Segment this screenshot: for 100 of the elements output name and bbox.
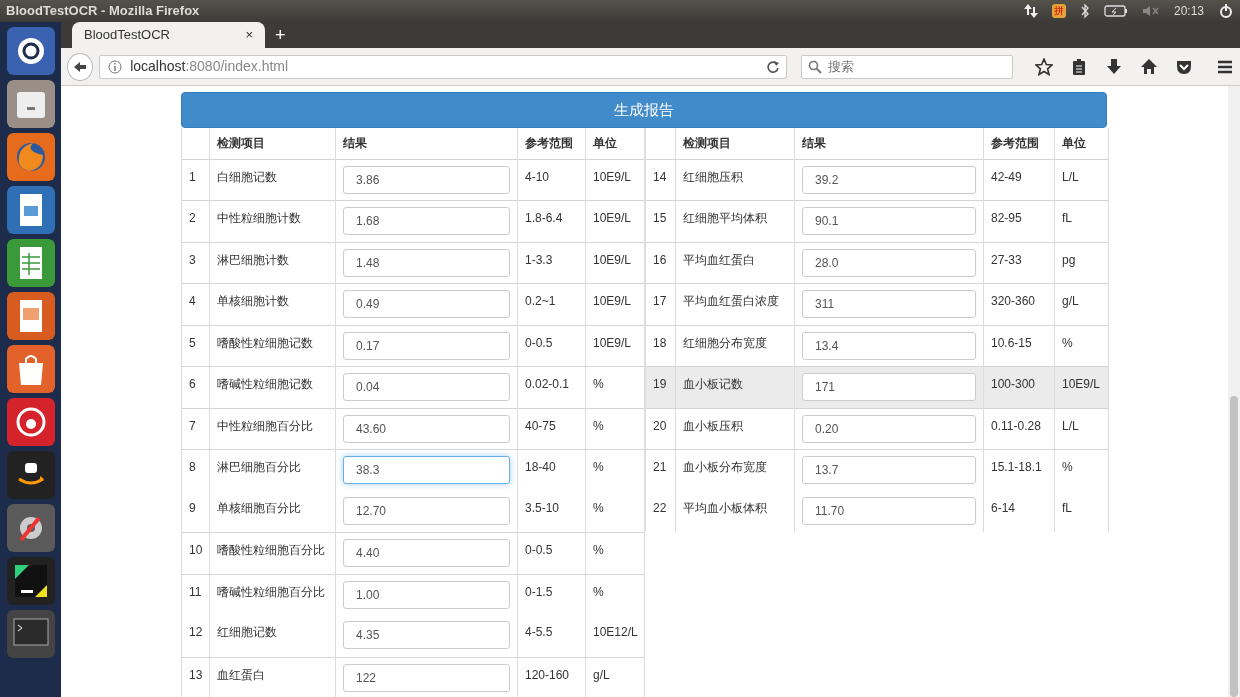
result-field[interactable]: 1.68: [343, 206, 510, 235]
row-number: 8: [181, 449, 210, 491]
terminal-icon[interactable]: [6, 610, 55, 658]
test-name: 淋巴细胞计数: [209, 242, 336, 283]
row-number: 9: [181, 491, 210, 532]
result-field[interactable]: 3.86: [343, 165, 510, 194]
reload-icon[interactable]: [766, 59, 780, 74]
home-icon[interactable]: [1140, 57, 1158, 76]
generate-report-button[interactable]: 生成报告: [181, 92, 1107, 128]
battery-icon[interactable]: [1103, 5, 1128, 17]
clipboard-list-icon[interactable]: [1070, 57, 1088, 76]
new-tab-button[interactable]: +: [275, 26, 286, 44]
network-arrows-icon[interactable]: [1023, 3, 1038, 19]
back-button[interactable]: [67, 52, 94, 81]
result-field[interactable]: 13.7: [802, 455, 976, 484]
unit-text: g/L: [1054, 283, 1109, 325]
download-icon[interactable]: [1105, 57, 1123, 76]
reference-range: 42-49: [983, 159, 1055, 200]
unit-text: 10E12/L: [585, 615, 645, 657]
address-field[interactable]: localhost:8080/index.html: [99, 54, 787, 79]
result-field[interactable]: 0.49: [343, 289, 510, 318]
row-number: 10: [181, 532, 210, 574]
result-field[interactable]: 11.70: [802, 497, 976, 525]
result-field[interactable]: 311: [802, 289, 976, 318]
result-field[interactable]: 122: [343, 663, 510, 692]
unit-text: L/L: [1054, 159, 1109, 200]
reference-range: 4-5.5: [517, 615, 586, 657]
unit-text: %: [585, 449, 645, 491]
column-header: 结果: [335, 128, 518, 159]
reference-range: 40-75: [517, 408, 586, 449]
presentation-icon[interactable]: [6, 292, 55, 340]
reference-range: 82-95: [983, 200, 1055, 242]
row-number: 20: [645, 408, 676, 449]
row-number: 19: [645, 366, 676, 408]
result-field[interactable]: 0.17: [343, 331, 510, 360]
shopping-bag-icon[interactable]: [6, 345, 55, 393]
row-number: 7: [181, 408, 210, 449]
browser-tab[interactable]: BloodTestOCR ×: [72, 22, 265, 48]
result-field[interactable]: 90.1: [802, 206, 976, 235]
unit-text: fL: [1054, 200, 1109, 242]
code-editor-icon[interactable]: [6, 557, 55, 605]
test-name: 平均血小板体积: [675, 491, 795, 532]
tab-title[interactable]: BloodTestOCR: [84, 25, 170, 45]
test-name: 血红蛋白: [209, 657, 336, 697]
result-field[interactable]: 171: [802, 372, 976, 401]
document-icon[interactable]: [6, 186, 55, 234]
test-name: 红细胞记数: [209, 615, 336, 657]
test-name: 嗜酸性粒细胞记数: [209, 325, 336, 366]
spreadsheet-icon[interactable]: [6, 239, 55, 287]
unit-text: 10E9/L: [585, 242, 645, 283]
result-field[interactable]: 13.4: [802, 331, 976, 360]
result-field[interactable]: 4.40: [343, 538, 510, 567]
result-field[interactable]: 12.70: [343, 497, 510, 525]
row-number: 21: [645, 449, 676, 491]
reference-range: 0-0.5: [517, 532, 586, 574]
unit-text: 10E9/L: [585, 283, 645, 325]
unit-text: L/L: [1054, 408, 1109, 449]
bluetooth-icon[interactable]: [1079, 3, 1090, 19]
test-name: 平均血红蛋白浓度: [675, 283, 795, 325]
result-field[interactable]: 4.35: [343, 621, 510, 649]
clock-text[interactable]: 20:13: [1173, 2, 1204, 20]
result-field[interactable]: 1.00: [343, 580, 510, 609]
reference-range: 6-14: [983, 491, 1055, 532]
column-header: 参考范围: [517, 128, 586, 159]
result-field[interactable]: 0.20: [802, 414, 976, 443]
result-field[interactable]: 1.48: [343, 248, 510, 277]
unit-text: g/L: [585, 657, 645, 697]
row-number: 11: [181, 574, 210, 615]
bookmark-star-icon[interactable]: [1035, 57, 1053, 76]
test-name: 血小板记数: [675, 366, 795, 408]
unit-text: pg: [1054, 242, 1109, 283]
reference-range: 15.1-18.1: [983, 449, 1055, 491]
unit-text: %: [585, 366, 645, 408]
row-number: 6: [181, 366, 210, 408]
column-header: 单位: [585, 128, 645, 159]
unit-text: %: [1054, 449, 1109, 491]
search-icon: [808, 59, 822, 74]
globe-icon[interactable]: [6, 133, 55, 181]
result-field[interactable]: 39.2: [802, 165, 976, 194]
test-name: 白细胞记数: [209, 159, 336, 200]
reference-range: 320-360: [983, 283, 1055, 325]
test-name: 血小板压积: [675, 408, 795, 449]
test-name: 嗜碱性粒细胞记数: [209, 366, 336, 408]
reference-range: 27-33: [983, 242, 1055, 283]
result-field[interactable]: 28.0: [802, 248, 976, 277]
test-name: 血小板分布宽度: [675, 449, 795, 491]
info-icon[interactable]: [108, 59, 123, 74]
result-field[interactable]: 0.04: [343, 372, 510, 401]
power-icon[interactable]: [1218, 3, 1234, 19]
unit-text: %: [585, 408, 645, 449]
test-name: 单核细胞计数: [209, 283, 336, 325]
muted-speaker-icon[interactable]: [1141, 5, 1160, 17]
close-button[interactable]: ×: [245, 25, 253, 45]
test-name: 平均血红蛋白: [675, 242, 795, 283]
search-field[interactable]: 搜索: [801, 54, 1013, 79]
test-name: 单核细胞百分比: [209, 491, 336, 532]
scrollbar[interactable]: [1228, 86, 1240, 697]
result-field[interactable]: 43.60: [343, 414, 510, 443]
drawer-icon[interactable]: [6, 80, 55, 128]
result-field[interactable]: 38.3: [343, 455, 510, 484]
